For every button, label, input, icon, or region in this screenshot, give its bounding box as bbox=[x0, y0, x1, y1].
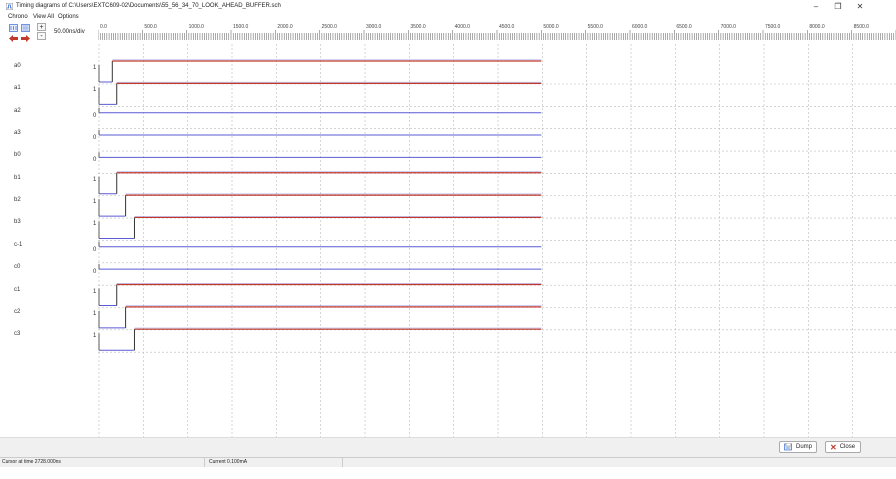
ruler-label: 2000.0 bbox=[277, 24, 293, 30]
ruler-label: 4000.0 bbox=[454, 24, 470, 30]
menu-options[interactable]: Options bbox=[58, 14, 79, 20]
close-button-label: Close bbox=[839, 444, 856, 450]
signal-value-a3: 0 bbox=[93, 135, 97, 142]
signal-name-c3: c3 bbox=[14, 331, 21, 338]
window-title: Timing diagrams of C:\Users\EXTC609-02\D… bbox=[16, 3, 281, 9]
signal-name-b3: b3 bbox=[14, 219, 21, 226]
timing-plot[interactable] bbox=[98, 44, 896, 440]
ruler-label: 8500.0 bbox=[853, 24, 869, 30]
menu-bar: Chrono View All Options bbox=[0, 14, 300, 22]
menu-chrono[interactable]: Chrono bbox=[8, 14, 28, 20]
ruler-label: 1500.0 bbox=[233, 24, 249, 30]
ruler-label: 3500.0 bbox=[410, 24, 426, 30]
waveform-canvas[interactable] bbox=[98, 44, 896, 440]
signal-value-c0: 0 bbox=[93, 269, 97, 276]
ruler-label: 7000.0 bbox=[720, 24, 736, 30]
ruler-label: 5000.0 bbox=[543, 24, 559, 30]
ruler-label: 500.0 bbox=[144, 24, 157, 30]
dump-icon bbox=[784, 443, 792, 451]
signal-value-c3: 1 bbox=[93, 333, 97, 340]
ruler-label: 1000.0 bbox=[188, 24, 204, 30]
signal-name-c0: c0 bbox=[14, 264, 21, 271]
app-icon bbox=[6, 3, 13, 10]
ruler-label: 7500.0 bbox=[765, 24, 781, 30]
ruler-label: 6000.0 bbox=[632, 24, 648, 30]
cursor-time-status: Cursor at time 2728.000ns bbox=[0, 458, 205, 467]
zoom-out-button[interactable]: - bbox=[37, 32, 46, 40]
signal-value-b0: 0 bbox=[93, 157, 97, 164]
signal-value-b1: 1 bbox=[93, 176, 97, 183]
maximize-button[interactable]: ❐ bbox=[828, 2, 848, 12]
dump-button-label: Dump bbox=[795, 444, 812, 450]
dump-button[interactable]: Dump bbox=[779, 441, 817, 453]
ruler-label: 6500.0 bbox=[676, 24, 692, 30]
ruler-label: 0.0 bbox=[100, 24, 107, 30]
signal-name-b0: b0 bbox=[14, 152, 21, 159]
ruler-label: 5500.0 bbox=[587, 24, 603, 30]
signal-value-a0: 1 bbox=[93, 65, 97, 71]
signal-name-b1: b1 bbox=[14, 174, 21, 181]
toolbar: + - 50.00ns/div bbox=[0, 22, 98, 44]
ruler-label: 8000.0 bbox=[809, 24, 825, 30]
signal-value-a2: 0 bbox=[93, 112, 97, 119]
signal-value-b3: 1 bbox=[93, 221, 97, 228]
signal-value-c-1: 0 bbox=[93, 246, 97, 253]
arrow-right-icon[interactable] bbox=[21, 34, 30, 42]
ruler-label: 3000.0 bbox=[366, 24, 382, 30]
minimize-button[interactable]: – bbox=[806, 2, 826, 12]
close-button[interactable]: ✕ Close bbox=[825, 441, 861, 453]
time-ruler: 0.0 500.0 1000.0 1500.0 2000.0 2500.0 3000.0 35… bbox=[98, 24, 896, 40]
signal-name-a1: a1 bbox=[14, 85, 21, 92]
signal-value-c1: 1 bbox=[93, 288, 97, 295]
signal-name-a2: a2 bbox=[14, 107, 21, 114]
current-status: Current 0.100mA bbox=[205, 458, 343, 467]
zoom-window-icon[interactable] bbox=[21, 24, 30, 32]
ruler-label: 2500.0 bbox=[321, 24, 337, 30]
signal-name-a3: a3 bbox=[14, 130, 21, 137]
signal-name-c2: c2 bbox=[14, 308, 21, 315]
time-scale-label: 50.00ns/div bbox=[54, 29, 85, 35]
button-panel: Dump ✕ Close bbox=[0, 437, 896, 457]
signal-name-a0: a0 bbox=[14, 63, 21, 69]
close-x-icon: ✕ bbox=[830, 442, 837, 452]
zoom-fit-icon[interactable] bbox=[9, 24, 18, 32]
close-window-button[interactable]: ✕ bbox=[850, 2, 870, 12]
signal-name-c-1: c-1 bbox=[14, 241, 23, 248]
signal-name-b2: b2 bbox=[14, 197, 21, 204]
signal-value-c2: 1 bbox=[93, 310, 97, 317]
arrow-left-icon[interactable] bbox=[9, 34, 18, 42]
ruler-label: 4500.0 bbox=[499, 24, 515, 30]
signal-value-b2: 1 bbox=[93, 199, 97, 206]
title-bar: Timing diagrams of C:\Users\EXTC609-02\D… bbox=[0, 0, 896, 14]
status-bar: Cursor at time 2728.000ns Current 0.100m… bbox=[0, 457, 896, 467]
menu-view-all[interactable]: View All bbox=[33, 14, 54, 20]
zoom-in-button[interactable]: + bbox=[37, 23, 46, 31]
signal-name-c1: c1 bbox=[14, 286, 21, 293]
ruler-ticks bbox=[98, 30, 896, 40]
signal-value-a1: 1 bbox=[93, 87, 97, 94]
